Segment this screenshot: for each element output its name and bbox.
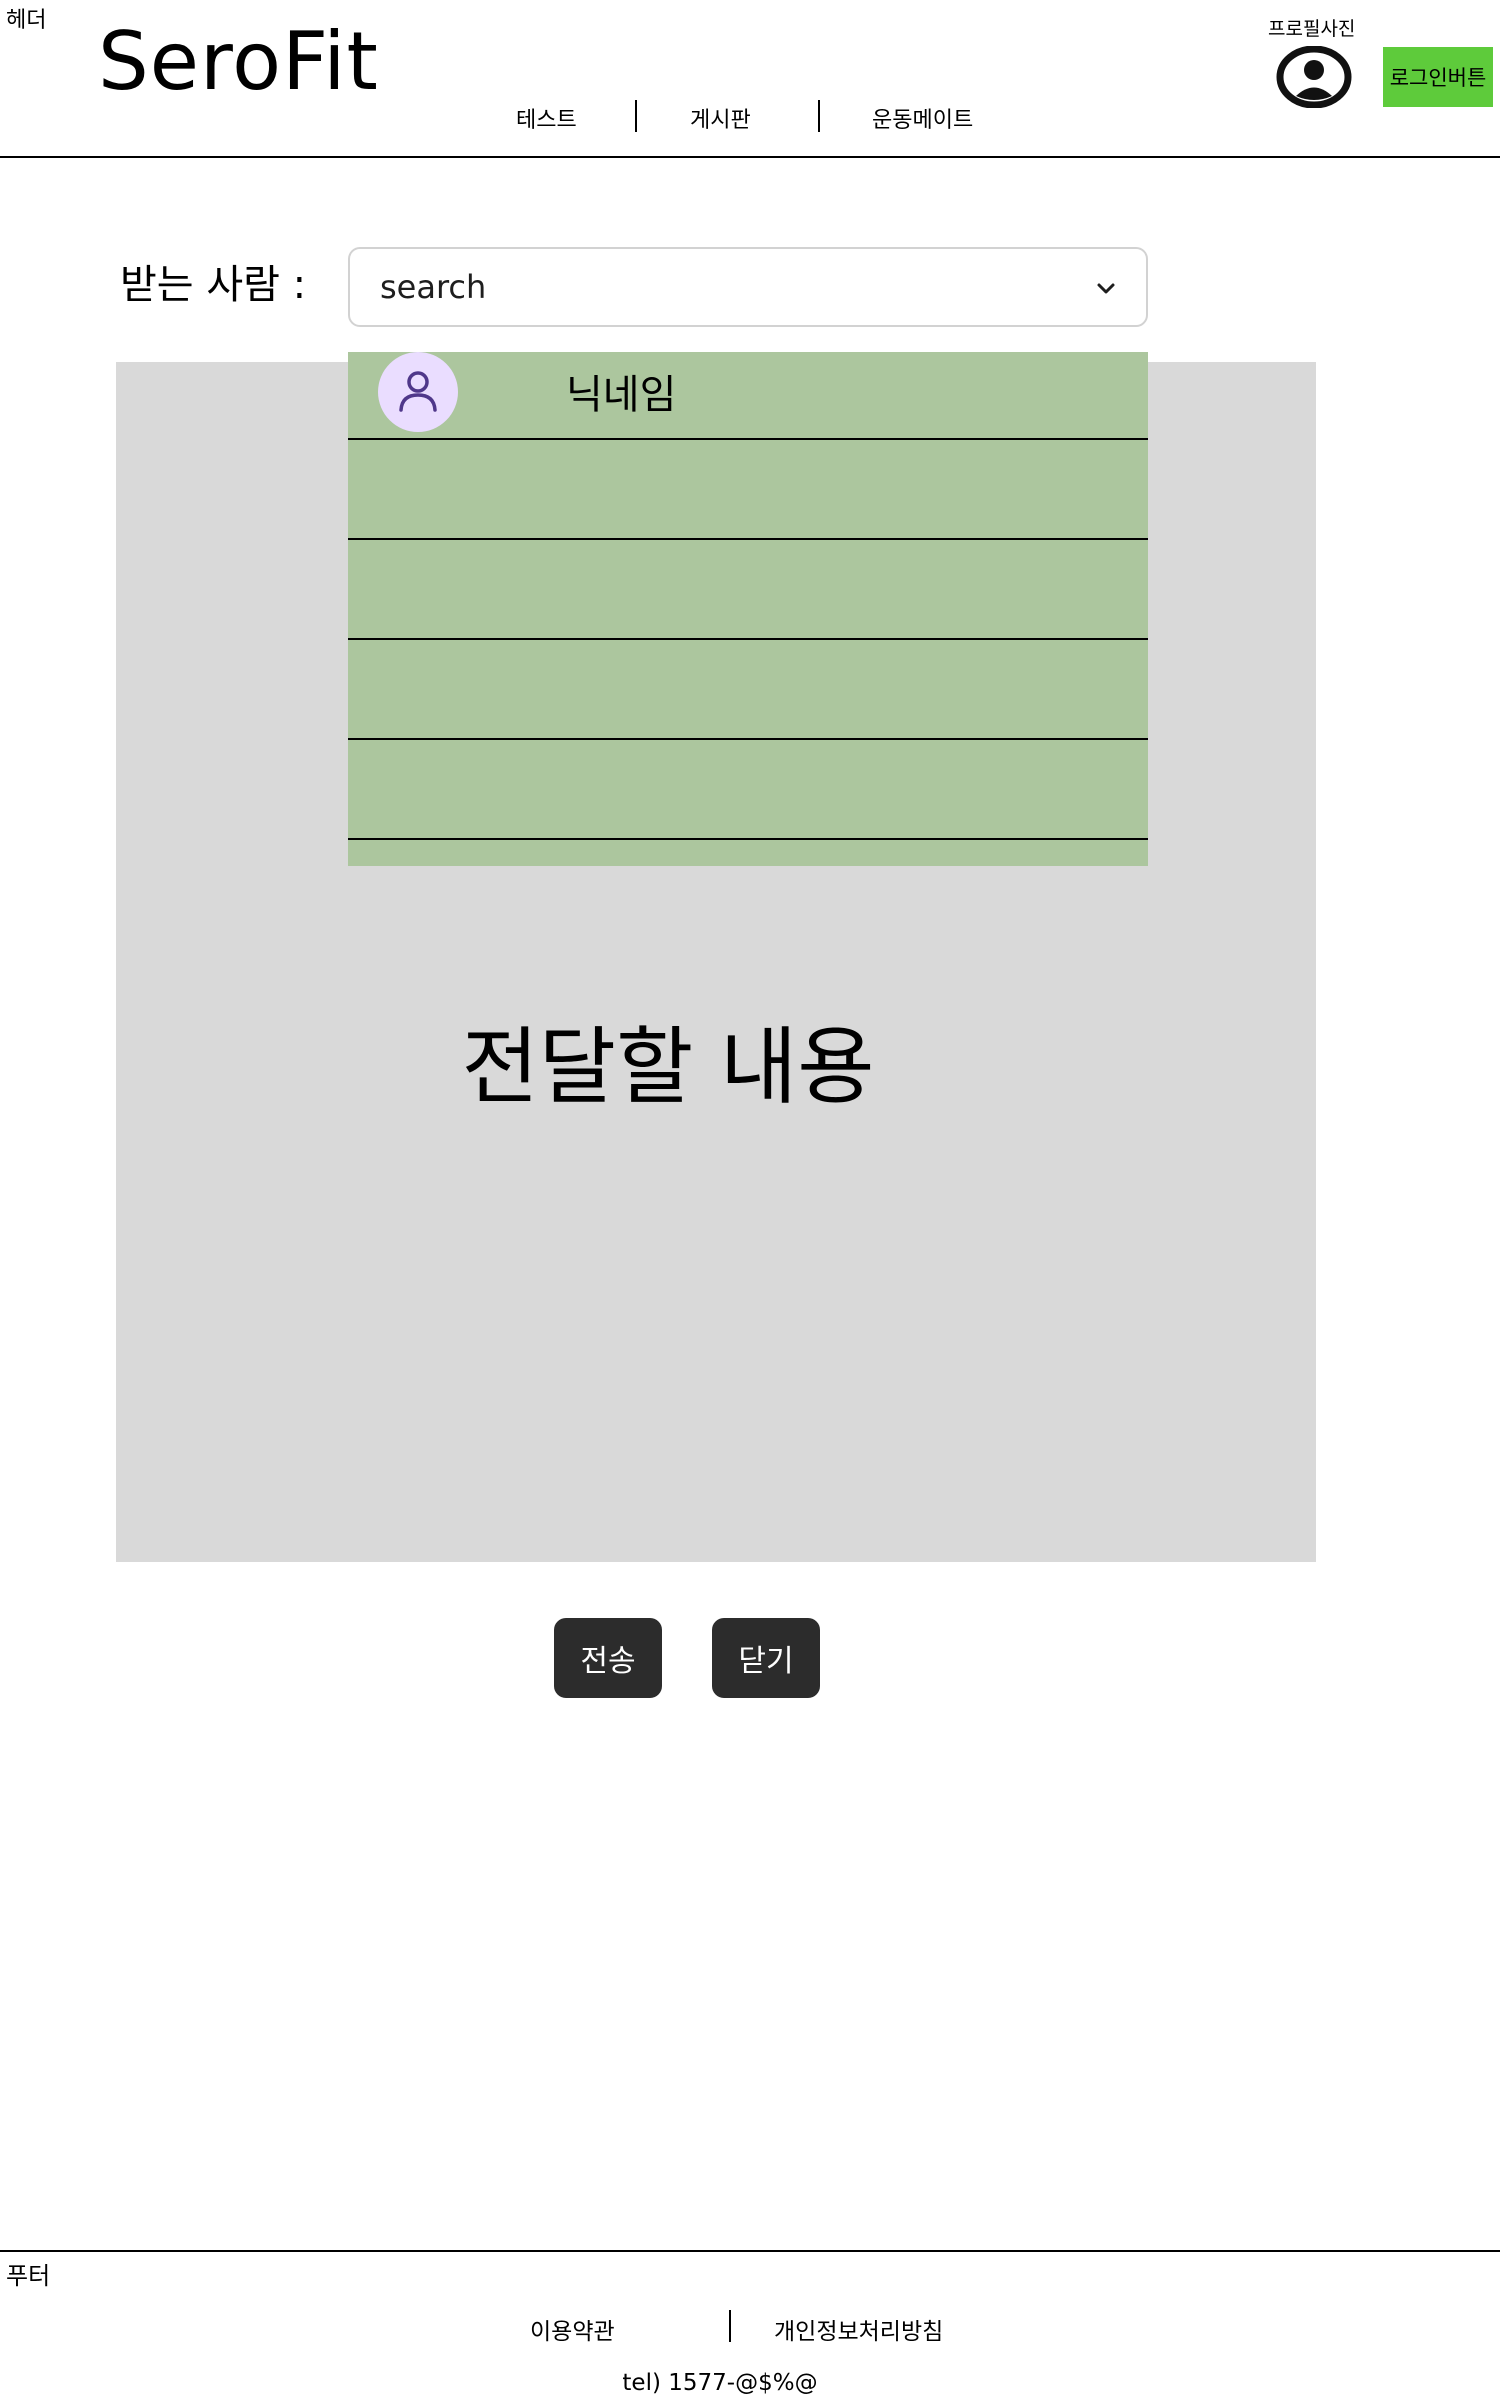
nav-item-workout-mate[interactable]: 운동메이트 — [872, 102, 973, 134]
person-icon — [399, 371, 437, 412]
recipient-label: 받는 사람 : — [120, 262, 307, 308]
logo[interactable]: SeroFit — [98, 14, 379, 110]
terms-link[interactable]: 이용약관 — [530, 2312, 615, 2346]
login-button[interactable]: 로그인버튼 — [1383, 47, 1493, 107]
header-divider — [0, 156, 1500, 158]
recipient-search-select[interactable]: search — [348, 247, 1148, 327]
search-value: search — [380, 268, 487, 306]
footer-tag: 푸터 — [6, 2262, 51, 2290]
page: 헤더 SeroFit 테스트 게시판 운동메이트 프로필사진 로그인버튼 받는 … — [0, 0, 1500, 2400]
profile-label: 프로필사진 — [1268, 18, 1356, 40]
avatar — [378, 352, 458, 432]
footer-link-divider — [729, 2310, 731, 2342]
dropdown-item[interactable] — [348, 540, 1148, 640]
recipient-dropdown-list: 닉네임 — [348, 352, 1148, 866]
dropdown-item[interactable] — [348, 640, 1148, 740]
nav-item-test[interactable]: 테스트 — [516, 102, 577, 134]
footer-divider — [0, 2250, 1500, 2252]
nav-item-board[interactable]: 게시판 — [690, 102, 751, 134]
chevron-down-icon[interactable] — [1094, 277, 1118, 301]
dropdown-item[interactable] — [348, 440, 1148, 540]
message-placeholder: 전달할 내용 — [461, 1018, 875, 1116]
nav-divider — [635, 100, 637, 132]
dropdown-item[interactable]: 닉네임 — [348, 352, 1148, 440]
dropdown-item[interactable] — [348, 740, 1148, 840]
nav-divider — [818, 100, 820, 132]
close-button[interactable]: 닫기 — [712, 1618, 820, 1698]
footer-tel: tel) 1577-@$%@ — [622, 2370, 818, 2396]
header-tag: 헤더 — [6, 8, 47, 33]
nickname: 닉네임 — [566, 372, 677, 418]
send-button[interactable]: 전송 — [554, 1618, 662, 1698]
privacy-policy-link[interactable]: 개인정보처리방침 — [774, 2312, 943, 2346]
profile-circle-icon[interactable] — [1276, 46, 1352, 108]
